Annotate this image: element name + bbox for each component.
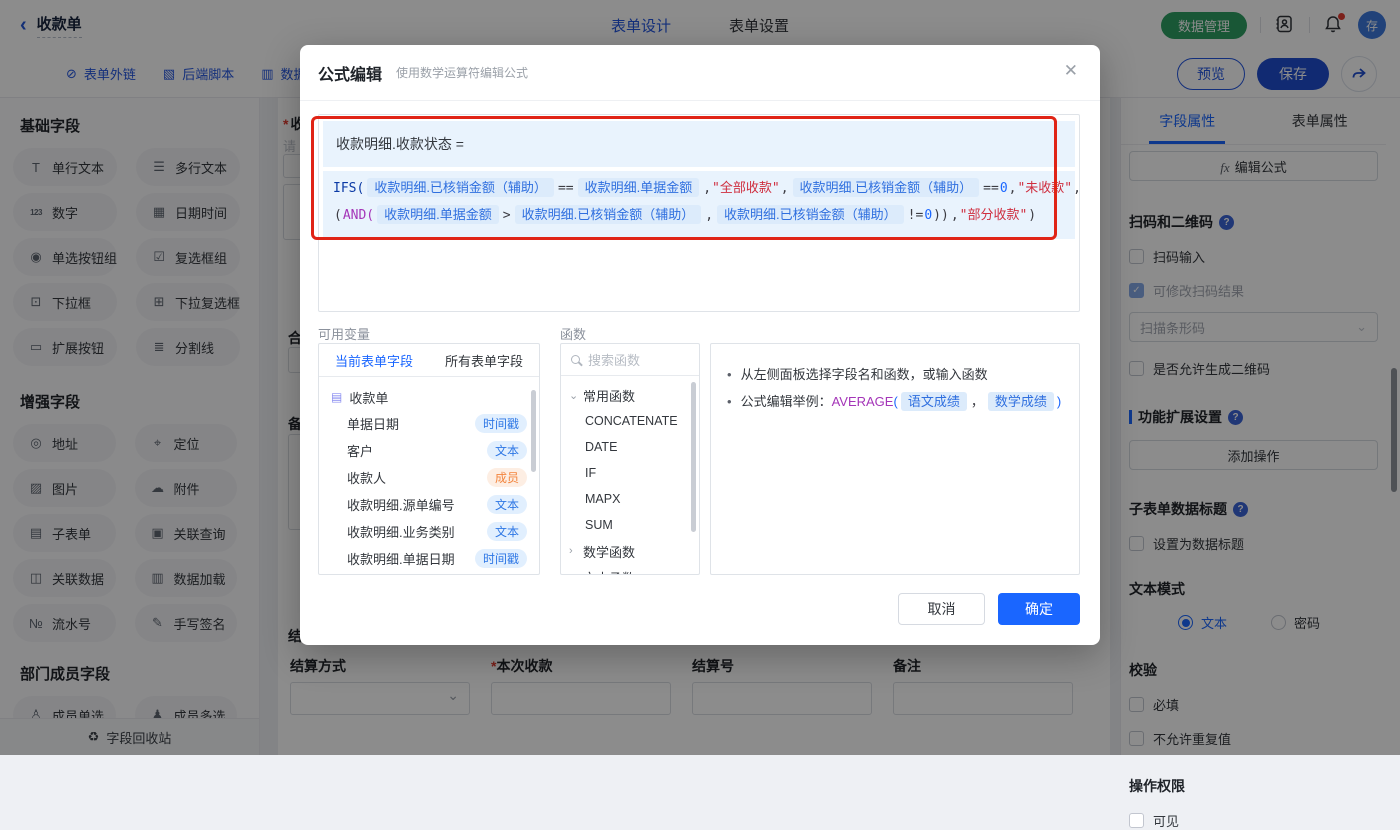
variable-rows: 单据日期 时间戳 客户 文本 收款人 成员 收款明细.源单编号 文本 收款明细.…	[319, 410, 539, 572]
dialog-subtitle: 使用数学运算符编辑公式	[396, 64, 528, 81]
type-badge: 时间戳	[475, 414, 527, 433]
formula-token: 0	[1000, 181, 1008, 196]
variable-row[interactable]: 客户 文本	[319, 437, 539, 464]
formula-token: ==	[558, 181, 574, 196]
type-badge: 文本	[487, 441, 527, 460]
help-tip-2: 公式编辑举例：AVERAGE(语文成绩，数学成绩)	[727, 388, 1063, 415]
function-tree-row[interactable]: CONCATENATE	[561, 408, 699, 434]
tab-current-form-fields[interactable]: 当前表单字段	[319, 344, 429, 376]
search-placeholder: 搜索函数	[588, 350, 640, 369]
formula-token: ,	[1009, 181, 1017, 196]
variables-label: 可用变量	[318, 324, 370, 343]
tree-arrow-icon: ›	[569, 545, 583, 557]
scrollbar-thumb[interactable]	[531, 390, 536, 472]
functions-panel: 搜索函数 ⌄ 常用函数 CONCATENATE DATE IF MAPX	[560, 343, 700, 575]
tree-arrow-icon: ⌄	[569, 389, 583, 402]
function-tree-row[interactable]: › 数学函数	[561, 538, 699, 564]
field-chip: 收款明细.单据金额	[578, 178, 700, 197]
formula-token: )	[1028, 208, 1036, 223]
formula-token: ,	[781, 181, 789, 196]
checkbox-visible: 可见	[1129, 811, 1378, 830]
field-chip: 收款明细.已核销金额（辅助）	[793, 178, 980, 197]
formula-token: "全部收款"	[712, 181, 780, 196]
doc-icon: ▤	[331, 390, 342, 404]
field-chip: 收款明细.已核销金额（辅助）	[367, 178, 554, 197]
formula-token: AND(	[343, 208, 374, 223]
search-icon	[571, 355, 580, 364]
cancel-button[interactable]: 取消	[898, 593, 985, 625]
checkbox[interactable]	[1129, 813, 1144, 828]
variable-row[interactable]: 收款明细.业务类别 文本	[319, 518, 539, 545]
formula-line-1: IFS(收款明细.已核销金额（辅助）==收款明细.单据金额,"全部收款",收款明…	[333, 175, 1065, 202]
formula-token: ,	[1073, 181, 1080, 196]
function-tree-row[interactable]: ⌄ 常用函数	[561, 382, 699, 408]
field-chip: 收款明细.单据金额	[377, 205, 499, 224]
formula-token: !=	[908, 208, 924, 223]
function-tree: ⌄ 常用函数 CONCATENATE DATE IF MAPX SUM	[561, 376, 699, 575]
formula-token: ，	[971, 394, 984, 409]
formula-token: "未收款"	[1017, 181, 1072, 196]
formula-edit-dialog: 公式编辑 使用数学运算符编辑公式 ✕ 收款明细.收款状态 = IFS(收款明细.…	[300, 45, 1100, 645]
variables-root-node[interactable]: ▤ 收款单	[319, 384, 539, 410]
field-chip: 收款明细.已核销金额（辅助）	[515, 205, 702, 224]
field-chip: 数学成绩	[988, 392, 1054, 411]
type-badge: 成员	[487, 468, 527, 487]
formula-token: "部分收款"	[960, 208, 1028, 223]
formula-token: (	[893, 394, 897, 409]
variables-list: ▤ 收款单 单据日期 时间戳 客户 文本 收款人 成员 收款明细.源单编号	[319, 377, 539, 572]
type-badge: 时间戳	[475, 549, 527, 568]
formula-token: (	[334, 208, 342, 223]
tree-arrow-icon: ›	[569, 571, 583, 575]
formula-token: >	[503, 208, 511, 223]
formula-token: )	[1057, 394, 1061, 409]
type-badge: 文本	[487, 495, 527, 514]
scrollbar-thumb[interactable]	[691, 382, 696, 532]
help-example: AVERAGE( 语文成绩 ， 数学成绩)	[832, 394, 1062, 409]
help-panel: 从左侧面板选择字段名和函数，或输入函数 公式编辑举例：AVERAGE(语文成绩，…	[710, 343, 1080, 575]
formula-token: AVERAGE	[832, 394, 894, 409]
formula-token: ,	[703, 181, 711, 196]
formula-line-2: (AND(收款明细.单据金额>收款明细.已核销金额（辅助）,收款明细.已核销金额…	[333, 202, 1065, 229]
field-chip: 语文成绩	[901, 392, 967, 411]
variables-tabs: 当前表单字段 所有表单字段	[319, 344, 539, 377]
formula-token: IFS(	[333, 181, 364, 196]
formula-token: ,	[951, 208, 959, 223]
variables-panel: 当前表单字段 所有表单字段 ▤ 收款单 单据日期 时间戳 客户 文本 收款人	[318, 343, 540, 575]
formula-token: ==	[983, 181, 999, 196]
formula-editor[interactable]: 收款明细.收款状态 = IFS(收款明细.已核销金额（辅助）==收款明细.单据金…	[318, 114, 1080, 312]
help-tip-1: 从左侧面板选择字段名和函数，或输入函数	[727, 361, 1063, 388]
functions-label: 函数	[560, 324, 586, 343]
confirm-button[interactable]: 确定	[998, 593, 1080, 625]
type-badge: 文本	[487, 522, 527, 541]
dialog-header: 公式编辑 使用数学运算符编辑公式 ✕	[300, 45, 1100, 101]
formula-token: 0	[924, 208, 932, 223]
function-search[interactable]: 搜索函数	[561, 344, 699, 376]
section-permission-title: 操作权限	[1129, 776, 1378, 796]
function-tree-row[interactable]: MAPX	[561, 486, 699, 512]
function-tree-row[interactable]: › 文本函数	[561, 564, 699, 575]
close-icon[interactable]: ✕	[1064, 61, 1078, 81]
dialog-footer: 取消 确定	[300, 579, 1100, 645]
dialog-title: 公式编辑	[318, 61, 382, 85]
formula-token: ,	[705, 208, 713, 223]
function-tree-row[interactable]: SUM	[561, 512, 699, 538]
formula-body: IFS(收款明细.已核销金额（辅助）==收款明细.单据金额,"全部收款",收款明…	[323, 171, 1075, 239]
variable-row[interactable]: 收款人 成员	[319, 464, 539, 491]
variable-row[interactable]: 收款明细.源单编号 文本	[319, 491, 539, 518]
formula-token: ))	[933, 208, 949, 223]
function-tree-row[interactable]: IF	[561, 460, 699, 486]
field-chip: 收款明细.已核销金额（辅助）	[717, 205, 904, 224]
variable-row[interactable]: 收款明细.单据日期 时间戳	[319, 545, 539, 572]
function-tree-row[interactable]: DATE	[561, 434, 699, 460]
formula-target-line: 收款明细.收款状态 =	[323, 121, 1075, 167]
variable-row[interactable]: 单据日期 时间戳	[319, 410, 539, 437]
tab-all-form-fields[interactable]: 所有表单字段	[429, 344, 539, 376]
